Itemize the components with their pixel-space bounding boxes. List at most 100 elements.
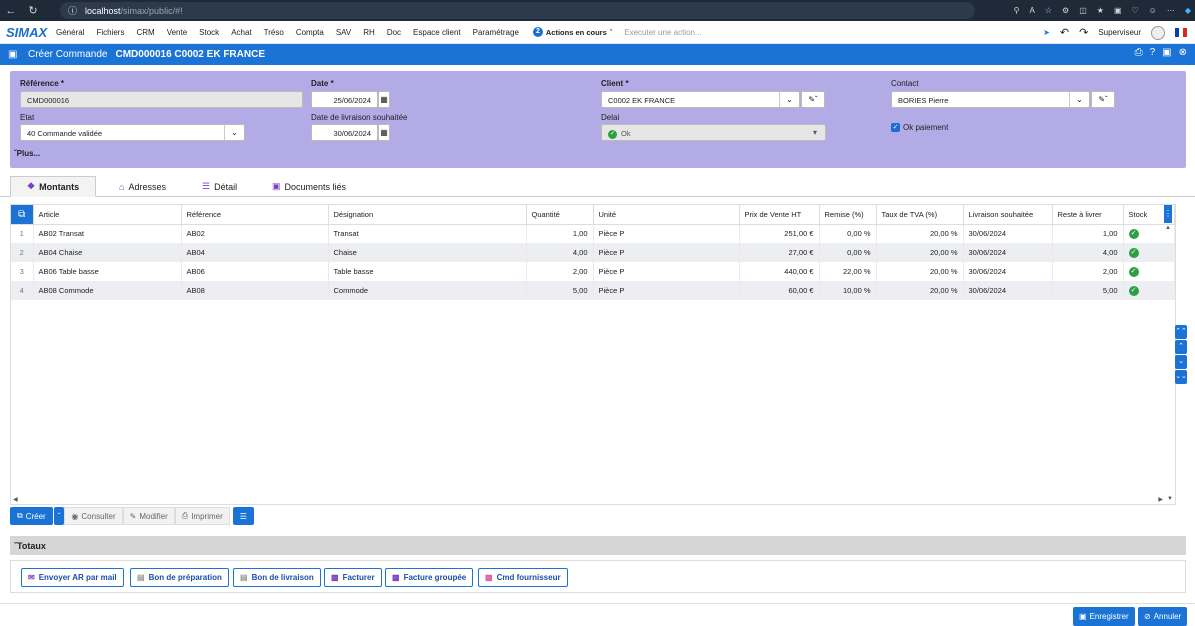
cell-designation[interactable]: Chaise (328, 243, 527, 262)
table-row[interactable]: 2 AB04 Chaise AB04 Chaise 4,00 Pièce P 27,00 €… (11, 243, 1175, 262)
cell-livraison[interactable]: 30/06/2024 (963, 281, 1053, 300)
collections-icon[interactable]: ▣ (1114, 6, 1122, 15)
help-icon[interactable]: ? (1150, 47, 1156, 58)
cell-unite[interactable]: Pièce P (593, 281, 740, 300)
double-down-icon[interactable]: ⌄⌄ (1175, 370, 1187, 384)
reference-field[interactable]: CMD000016 (20, 91, 303, 108)
cell-idx[interactable]: 2 (11, 243, 34, 262)
menu-item-doc[interactable]: Doc (381, 28, 407, 37)
column-menu-icon[interactable]: ⋮ (1164, 205, 1172, 223)
extensions-icon[interactable]: ⚙ (1062, 6, 1069, 15)
profile-icon[interactable]: ☺ (1149, 6, 1157, 15)
cell-reste[interactable]: 5,00 (1052, 281, 1124, 300)
menu-item-vente[interactable]: Vente (161, 28, 193, 37)
cell-qty[interactable]: 2,00 (526, 262, 594, 281)
etat-select[interactable]: 40 Commande validée ⌄ (20, 124, 245, 141)
save-button[interactable]: ▣ Enregistrer (1073, 607, 1135, 626)
scroll-left-icon[interactable]: ◀ (13, 496, 18, 503)
menu-item-general[interactable]: Général (50, 28, 90, 37)
cell-ref[interactable]: AB04 (181, 243, 329, 262)
actions-in-progress[interactable]: 2 Actions en cours ˇ (532, 27, 612, 37)
facture-groupee-button[interactable]: ▩ Facture groupée (385, 568, 474, 587)
cmd-fournisseur-button[interactable]: ▩ Cmd fournisseur (478, 568, 568, 587)
scroll-right-icon[interactable]: ▶ (1158, 496, 1163, 503)
cell-remise[interactable]: 22,00 % (819, 262, 877, 281)
contact-edit-icon[interactable]: ✎ˇ (1091, 91, 1115, 108)
print-button[interactable]: ⎙ Imprimer (174, 507, 230, 525)
plus-toggle[interactable]: ˇPlus... (14, 149, 40, 158)
caret-down-icon[interactable]: ▾ (805, 125, 825, 140)
cell-livraison[interactable]: 30/06/2024 (963, 224, 1053, 243)
cell-tva[interactable]: 20,00 % (876, 262, 964, 281)
simax-logo[interactable]: SIMAX (0, 25, 50, 40)
table-row[interactable]: 4 AB08 Commode AB08 Commode 5,00 Pièce P 60,00… (11, 281, 1175, 300)
double-up-icon[interactable]: ⌃⌃ (1175, 325, 1187, 339)
menu-item-crm[interactable]: CRM (130, 28, 160, 37)
bon-livraison-button[interactable]: ▤ Bon de livraison (233, 568, 321, 587)
col-quantite[interactable]: Quantité (526, 205, 594, 225)
cell-prix[interactable]: 440,00 € (739, 262, 820, 281)
back-icon[interactable]: ← (0, 0, 22, 21)
chevron-down-icon[interactable]: ⌄ (1069, 92, 1089, 107)
cell-article[interactable]: AB02 Transat (33, 224, 182, 243)
cell-designation[interactable]: Commode (328, 281, 527, 300)
zoom-icon[interactable]: ⚲ (1014, 6, 1020, 15)
cell-livraison[interactable]: 30/06/2024 (963, 262, 1053, 281)
cell-remise[interactable]: 0,00 % (819, 224, 877, 243)
cell-ref[interactable]: AB06 (181, 262, 329, 281)
cell-prix[interactable]: 251,00 € (739, 224, 820, 243)
chevron-down-icon[interactable]: ⌄ (779, 92, 799, 107)
french-flag-icon[interactable] (1175, 28, 1187, 37)
cell-reste[interactable]: 4,00 (1052, 243, 1124, 262)
cell-reste[interactable]: 1,00 (1052, 224, 1124, 243)
contact-select[interactable]: BORIES Pierre ⌄ (891, 91, 1090, 108)
undo-icon[interactable]: ↶ (1060, 26, 1069, 39)
consult-button[interactable]: ◉ Consulter (64, 507, 123, 525)
scroll-down-icon[interactable]: ▼ (1167, 496, 1173, 502)
ok-paiement-checkbox[interactable]: ✓ (891, 123, 900, 132)
cell-article[interactable]: AB08 Commode (33, 281, 182, 300)
favorites-icon[interactable]: ★ (1097, 6, 1104, 15)
tab-montants[interactable]: ❖ Montants (10, 176, 97, 197)
split-icon[interactable]: ◫ (1079, 6, 1087, 15)
cell-unite[interactable]: Pièce P (593, 224, 740, 243)
cell-qty[interactable]: 1,00 (526, 224, 594, 243)
cell-livraison[interactable]: 30/06/2024 (963, 243, 1053, 262)
modify-button[interactable]: ✎ Modifier (122, 507, 175, 525)
up-icon[interactable]: ⌃ (1175, 340, 1187, 354)
menu-item-treso[interactable]: Tréso (258, 28, 290, 37)
cell-tva[interactable]: 20,00 % (876, 281, 964, 300)
menu-item-fichiers[interactable]: Fichiers (90, 28, 130, 37)
cell-ref[interactable]: AB08 (181, 281, 329, 300)
cell-idx[interactable]: 4 (11, 281, 34, 300)
tab-detail[interactable]: ☰ Détail (186, 176, 253, 197)
col-reference[interactable]: Référence (181, 205, 329, 225)
menu-button[interactable]: ☰ (232, 507, 254, 525)
col-remise[interactable]: Remise (%) (819, 205, 877, 225)
cell-reste[interactable]: 2,00 (1052, 262, 1124, 281)
vertical-scrollbar[interactable]: ▲ (1165, 225, 1173, 231)
add-line-icon[interactable]: ⧉ (11, 205, 34, 225)
menu-item-stock[interactable]: Stock (193, 28, 225, 37)
cell-prix[interactable]: 27,00 € (739, 243, 820, 262)
table-row[interactable]: 3 AB06 Table basse AB06 Table basse 2,00 Pièc… (11, 262, 1175, 281)
performance-icon[interactable]: ♡ (1132, 6, 1139, 15)
cancel-button[interactable]: ⊘ Annuler (1138, 607, 1188, 626)
favorite-icon[interactable]: ☆ (1045, 6, 1052, 15)
col-article[interactable]: Article (33, 205, 182, 225)
print-icon[interactable]: ⎙ (1135, 47, 1143, 58)
scroll-up-icon[interactable]: ▲ (1165, 225, 1173, 231)
cell-idx[interactable]: 1 (11, 224, 34, 243)
client-edit-icon[interactable]: ✎ˇ (801, 91, 825, 108)
bon-preparation-button[interactable]: ▤ Bon de préparation (130, 568, 229, 587)
cell-remise[interactable]: 0,00 % (819, 243, 877, 262)
col-designation[interactable]: Désignation (328, 205, 527, 225)
avatar[interactable] (1151, 25, 1165, 40)
cell-unite[interactable]: Pièce P (593, 243, 740, 262)
col-stock[interactable]: Stock ⋮ (1123, 205, 1175, 225)
user-name[interactable]: Superviseur (1098, 28, 1141, 37)
send-ar-mail-button[interactable]: ✉ Envoyer AR par mail (21, 568, 124, 587)
read-aloud-icon[interactable]: A (1030, 6, 1035, 15)
col-tva[interactable]: Taux de TVA (%) (876, 205, 964, 225)
facturer-button[interactable]: ▩ Facturer (324, 568, 382, 587)
